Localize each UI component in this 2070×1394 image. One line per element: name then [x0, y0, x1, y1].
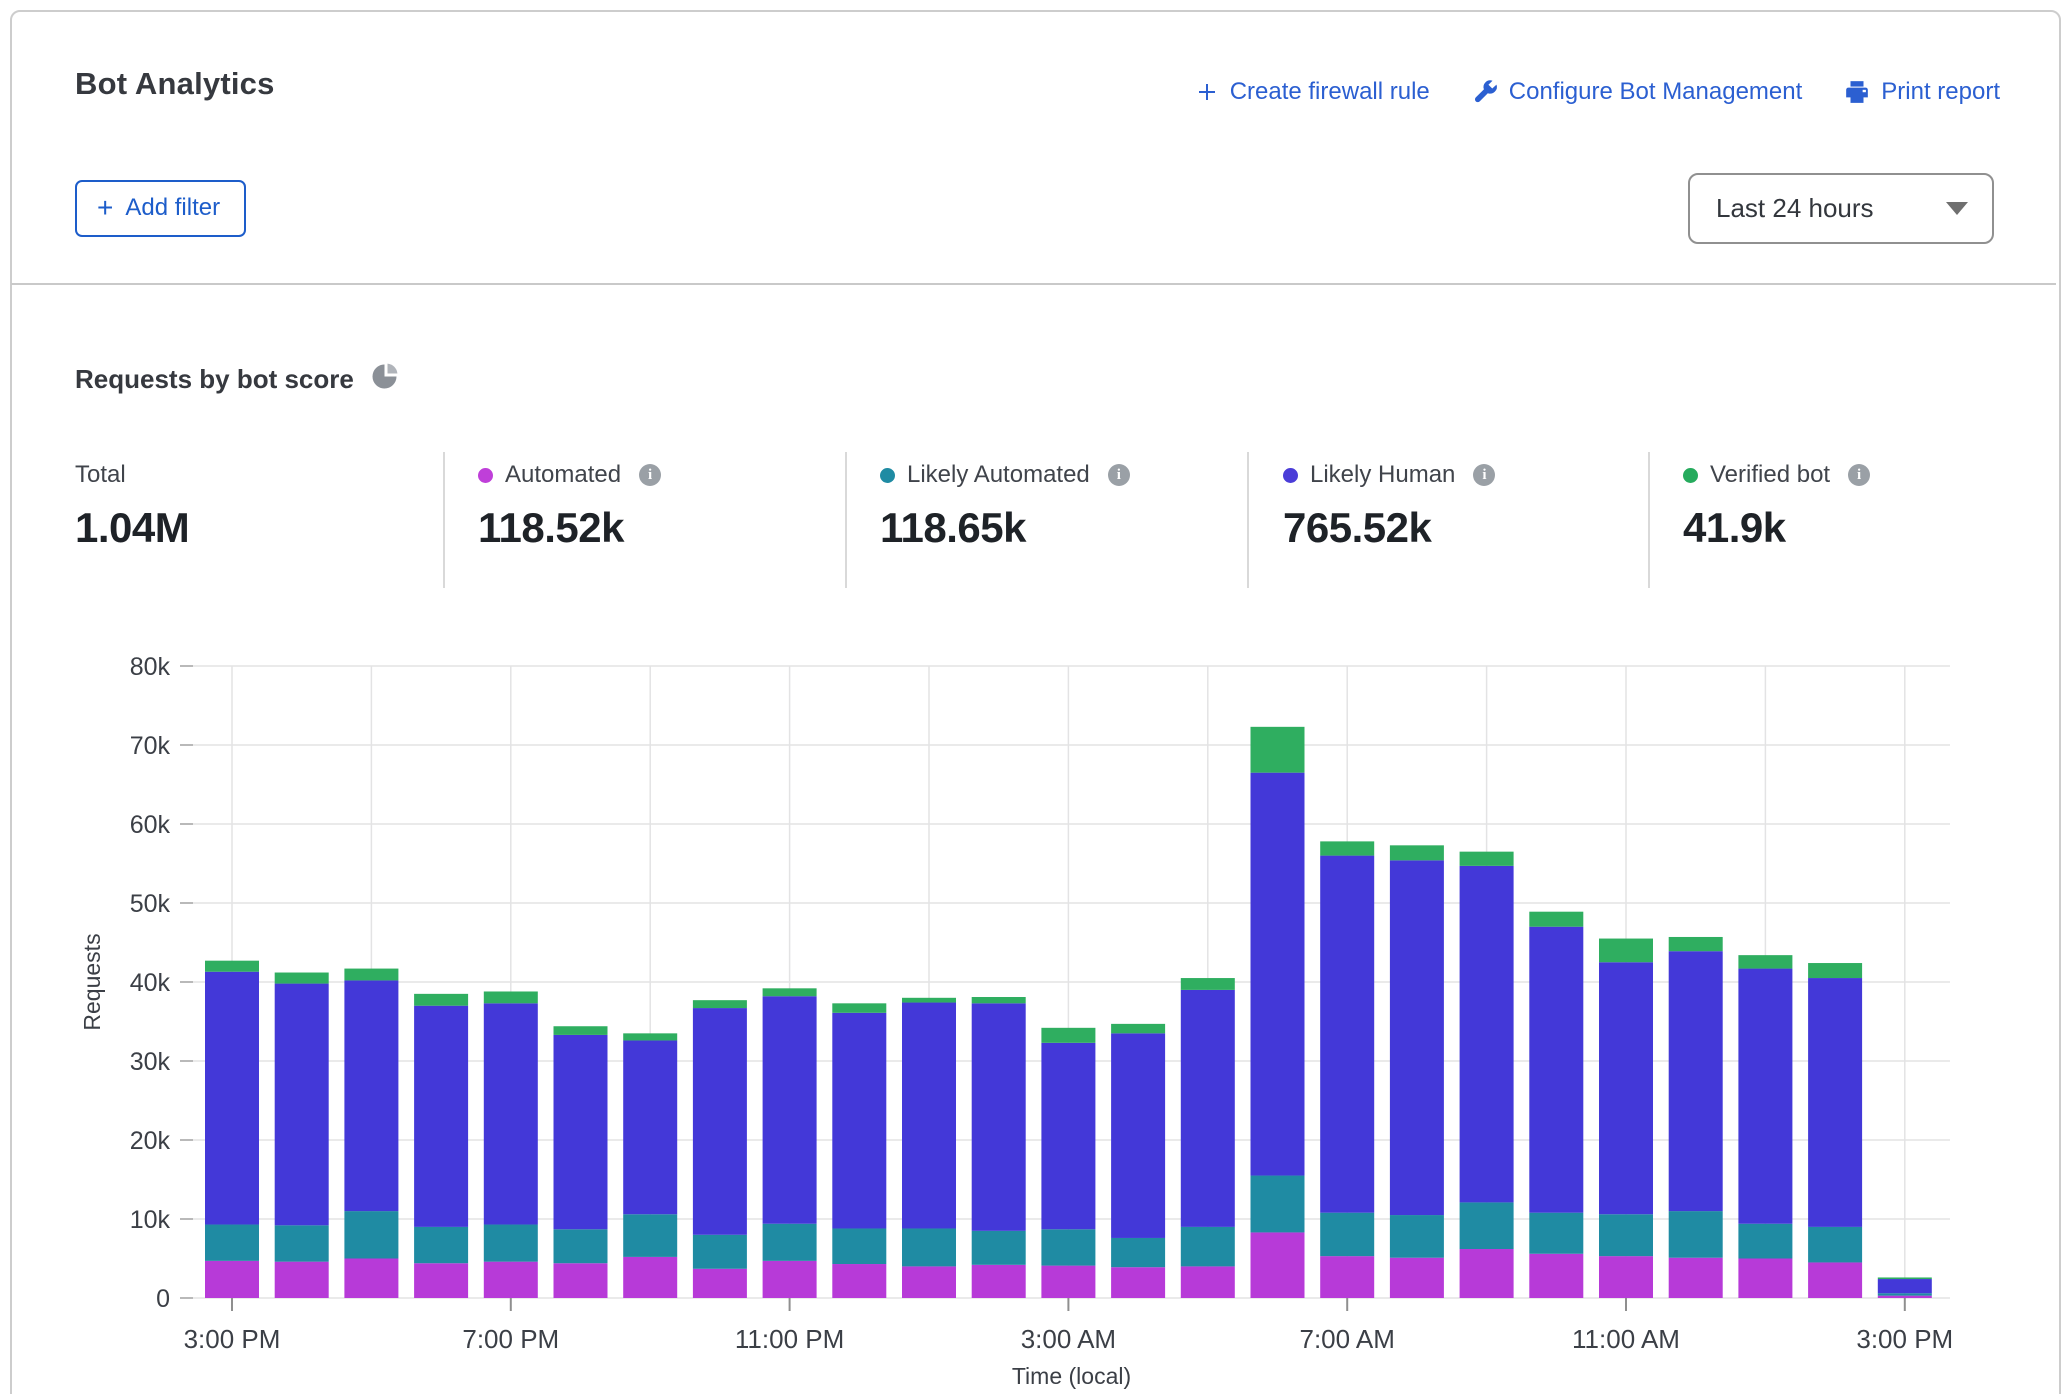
svg-text:40k: 40k — [130, 969, 171, 997]
verified-bot-dot — [1683, 468, 1698, 483]
stat-divider — [1247, 452, 1249, 588]
section-title: Requests by bot score — [75, 362, 399, 396]
create-firewall-rule-label: Create firewall rule — [1230, 78, 1430, 106]
stat-label: Automated — [505, 461, 621, 489]
time-range-value: Last 24 hours — [1716, 193, 1946, 224]
stat-value: 118.52k — [478, 504, 661, 552]
stat-label: Verified bot — [1710, 461, 1830, 489]
svg-text:7:00 AM: 7:00 AM — [1299, 1324, 1394, 1354]
create-firewall-rule-link[interactable]: Create firewall rule — [1195, 78, 1430, 106]
svg-text:3:00 PM: 3:00 PM — [1856, 1324, 1953, 1354]
stat-value: 41.9k — [1683, 504, 1870, 552]
info-icon[interactable]: i — [1473, 464, 1495, 486]
stat-label: Likely Automated — [907, 461, 1090, 489]
add-filter-button[interactable]: + Add filter — [75, 180, 246, 237]
likely-human-dot — [1283, 468, 1298, 483]
section-title-text: Requests by bot score — [75, 364, 354, 395]
svg-text:11:00 AM: 11:00 AM — [1572, 1324, 1680, 1354]
svg-text:7:00 PM: 7:00 PM — [462, 1324, 559, 1354]
stat-likely-automated: Likely Automated i 118.65k — [880, 460, 1130, 552]
pie-chart-icon — [372, 362, 399, 396]
add-filter-label: Add filter — [125, 194, 220, 222]
svg-text:Requests: Requests — [79, 933, 105, 1030]
svg-text:30k: 30k — [130, 1048, 171, 1076]
automated-dot — [478, 468, 493, 483]
bot-analytics-page: Bot Analytics Create firewall rule Confi… — [0, 0, 2070, 1394]
svg-text:50k: 50k — [130, 890, 171, 918]
plus-icon: + — [97, 198, 113, 218]
likely-automated-dot — [880, 468, 895, 483]
info-icon[interactable]: i — [639, 464, 661, 486]
configure-bot-management-label: Configure Bot Management — [1509, 78, 1803, 106]
printer-icon — [1844, 79, 1870, 105]
svg-text:20k: 20k — [130, 1127, 171, 1155]
stat-value: 118.65k — [880, 504, 1130, 552]
print-report-label: Print report — [1881, 78, 2000, 106]
stat-total: Total 1.04M — [75, 460, 189, 552]
info-icon[interactable]: i — [1108, 464, 1130, 486]
configure-bot-management-link[interactable]: Configure Bot Management — [1472, 78, 1803, 106]
stat-likely-human: Likely Human i 765.52k — [1283, 460, 1495, 552]
stat-divider — [1648, 452, 1650, 588]
chevron-down-icon — [1946, 202, 1968, 215]
stat-divider — [443, 452, 445, 588]
bot-score-stacked-bar-chart: 0 10k 20k 30k 40k 50k 60k 70k 80k 3:00 PM 7:00 PM 1… — [0, 620, 2070, 1394]
time-range-dropdown[interactable]: Last 24 hours — [1688, 173, 1994, 244]
stat-divider — [845, 452, 847, 588]
info-icon[interactable]: i — [1848, 464, 1870, 486]
svg-text:0: 0 — [156, 1285, 170, 1313]
svg-text:11:00 PM: 11:00 PM — [735, 1324, 844, 1354]
svg-text:3:00 PM: 3:00 PM — [184, 1324, 281, 1354]
stat-label: Total — [75, 461, 126, 489]
svg-text:60k: 60k — [130, 811, 171, 839]
header-actions: Create firewall rule Configure Bot Manag… — [1195, 78, 2000, 106]
stat-verified-bot: Verified bot i 41.9k — [1683, 460, 1870, 552]
svg-text:10k: 10k — [130, 1206, 171, 1234]
print-report-link[interactable]: Print report — [1844, 78, 2000, 106]
stat-value: 765.52k — [1283, 504, 1495, 552]
svg-text:3:00 AM: 3:00 AM — [1021, 1324, 1116, 1354]
svg-text:80k: 80k — [130, 653, 171, 681]
stat-label: Likely Human — [1310, 461, 1455, 489]
wrench-icon — [1472, 79, 1498, 105]
stat-value: 1.04M — [75, 504, 189, 552]
stat-automated: Automated i 118.52k — [478, 460, 661, 552]
page-title: Bot Analytics — [75, 66, 275, 102]
header-divider — [11, 283, 2056, 285]
svg-text:Time (local): Time (local) — [1012, 1363, 1131, 1389]
svg-text:70k: 70k — [130, 732, 171, 760]
plus-icon — [1195, 80, 1219, 104]
